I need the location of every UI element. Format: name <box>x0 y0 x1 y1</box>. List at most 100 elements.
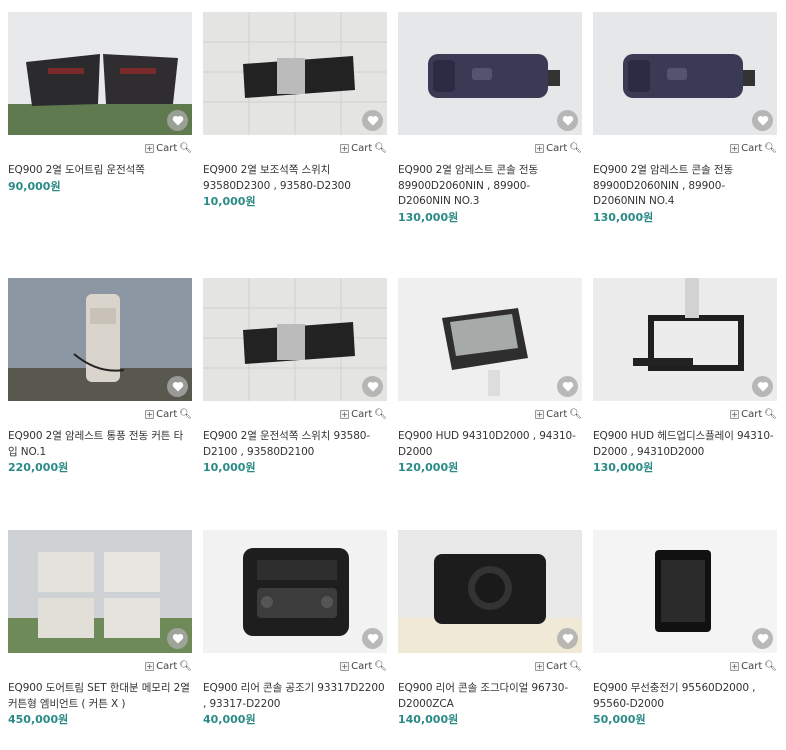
product-price: 450,000원 <box>8 713 69 726</box>
product-image[interactable] <box>593 278 777 401</box>
magnifier-icon[interactable]: 🔍︎ <box>764 143 777 154</box>
add-to-cart-button[interactable]: + Cart 🔍︎ <box>203 657 387 675</box>
plus-icon: + <box>730 143 740 153</box>
product-price: 10,000원 <box>203 195 256 208</box>
product-price: 50,000원 <box>593 713 646 726</box>
wishlist-heart-icon[interactable] <box>752 376 773 397</box>
magnifier-icon[interactable]: 🔍︎ <box>569 409 582 420</box>
product-title[interactable]: EQ900 2열 보조석쪽 스위치 93580D2300 , 93580-D23… <box>203 163 387 194</box>
product-image[interactable] <box>8 530 192 653</box>
product-price: 140,000원 <box>398 713 459 726</box>
product-image[interactable] <box>398 12 582 135</box>
product-title[interactable]: EQ900 무선충전기 95560D2000 , 95560-D2000 <box>593 681 777 712</box>
plus-icon: + <box>145 409 155 419</box>
cart-label: Cart <box>546 408 568 420</box>
product-image[interactable] <box>398 530 582 653</box>
wishlist-heart-icon[interactable] <box>557 376 578 397</box>
product-card[interactable]: + Cart 🔍︎ EQ900 2열 암레스트 콘솔 전동 89900D2060… <box>398 12 582 225</box>
cart-label: Cart <box>741 660 763 672</box>
add-to-cart-button[interactable]: + Cart 🔍︎ <box>8 139 192 157</box>
wishlist-heart-icon[interactable] <box>557 628 578 649</box>
magnifier-icon[interactable]: 🔍︎ <box>179 661 192 672</box>
product-price: 130,000원 <box>593 210 654 224</box>
plus-icon: + <box>730 409 740 419</box>
product-title[interactable]: EQ900 HUD 헤드업디스플레이 94310-D2000 , 94310D2… <box>593 429 777 460</box>
product-image[interactable] <box>8 12 192 135</box>
cart-label: Cart <box>156 660 178 672</box>
magnifier-icon[interactable]: 🔍︎ <box>374 661 387 672</box>
product-card[interactable]: + Cart 🔍︎ EQ900 2열 암레스트 콘솔 전동 89900D2060… <box>593 12 777 225</box>
product-card[interactable]: + Cart 🔍︎ EQ900 무선충전기 95560D2000 , 95560… <box>593 530 777 727</box>
product-title[interactable]: EQ900 2열 도어트림 운전석쪽 <box>8 163 192 179</box>
product-image[interactable] <box>593 530 777 653</box>
wishlist-heart-icon[interactable] <box>362 110 383 131</box>
magnifier-icon[interactable]: 🔍︎ <box>569 661 582 672</box>
product-image[interactable] <box>203 12 387 135</box>
product-title[interactable]: EQ900 리어 콘솔 조그다이얼 96730-D2000ZCA <box>398 681 582 712</box>
plus-icon: + <box>340 409 350 419</box>
product-title[interactable]: EQ900 2열 암레스트 콘솔 전동 89900D2060NIN , 8990… <box>398 163 582 210</box>
magnifier-icon[interactable]: 🔍︎ <box>569 143 582 154</box>
wishlist-heart-icon[interactable] <box>167 628 188 649</box>
magnifier-icon[interactable]: 🔍︎ <box>374 143 387 154</box>
product-price: 220,000원 <box>8 461 69 474</box>
add-to-cart-button[interactable]: + Cart 🔍︎ <box>398 405 582 423</box>
product-title[interactable]: EQ900 리어 콘솔 공조기 93317D2200 , 93317-D2200 <box>203 681 387 712</box>
wishlist-heart-icon[interactable] <box>752 110 773 131</box>
add-to-cart-button[interactable]: + Cart 🔍︎ <box>398 139 582 157</box>
plus-icon: + <box>535 143 545 153</box>
product-title[interactable]: EQ900 2열 암레스트 통풍 전동 커튼 타입 NO.1 <box>8 429 192 460</box>
product-image[interactable] <box>203 530 387 653</box>
product-title[interactable]: EQ900 2열 암레스트 콘솔 전동 89900D2060NIN , 8990… <box>593 163 777 210</box>
add-to-cart-button[interactable]: + Cart 🔍︎ <box>593 405 777 423</box>
product-card[interactable]: + Cart 🔍︎ EQ900 2열 보조석쪽 스위치 93580D2300 ,… <box>203 12 387 209</box>
magnifier-icon[interactable]: 🔍︎ <box>764 409 777 420</box>
product-card[interactable]: + Cart 🔍︎ EQ900 리어 콘솔 조그다이얼 96730-D2000Z… <box>398 530 582 727</box>
magnifier-icon[interactable]: 🔍︎ <box>179 409 192 420</box>
product-title[interactable]: EQ900 2열 운전석쪽 스위치 93580-D2100 , 93580D21… <box>203 429 387 460</box>
magnifier-icon[interactable]: 🔍︎ <box>374 409 387 420</box>
wishlist-heart-icon[interactable] <box>362 628 383 649</box>
plus-icon: + <box>535 661 545 671</box>
product-card[interactable]: + Cart 🔍︎ EQ900 HUD 헤드업디스플레이 94310-D2000… <box>593 278 777 475</box>
product-card[interactable]: + Cart 🔍︎ EQ900 리어 콘솔 공조기 93317D2200 , 9… <box>203 530 387 727</box>
product-price: 90,000원 <box>8 179 61 193</box>
add-to-cart-button[interactable]: + Cart 🔍︎ <box>8 657 192 675</box>
cart-label: Cart <box>546 660 568 672</box>
product-image[interactable] <box>203 278 387 401</box>
product-card[interactable]: + Cart 🔍︎ EQ900 HUD 94310D2000 , 94310-D… <box>398 278 582 475</box>
wishlist-heart-icon[interactable] <box>557 110 578 131</box>
product-card[interactable]: + Cart 🔍︎ EQ900 도어트림 SET 한대분 메모리 2열커튼형 엠… <box>8 530 192 727</box>
cart-label: Cart <box>351 408 373 420</box>
plus-icon: + <box>340 143 350 153</box>
product-grid: + Cart 🔍︎ EQ900 2열 도어트림 운전석쪽 90,000원 + C… <box>0 0 786 750</box>
wishlist-heart-icon[interactable] <box>752 628 773 649</box>
add-to-cart-button[interactable]: + Cart 🔍︎ <box>593 139 777 157</box>
add-to-cart-button[interactable]: + Cart 🔍︎ <box>203 405 387 423</box>
add-to-cart-button[interactable]: + Cart 🔍︎ <box>8 405 192 423</box>
product-card[interactable]: + Cart 🔍︎ EQ900 2열 운전석쪽 스위치 93580-D2100 … <box>203 278 387 475</box>
magnifier-icon[interactable]: 🔍︎ <box>179 143 192 154</box>
product-image[interactable] <box>8 278 192 401</box>
product-image[interactable] <box>593 12 777 135</box>
product-card[interactable]: + Cart 🔍︎ EQ900 2열 도어트림 운전석쪽 90,000원 <box>8 12 192 194</box>
plus-icon: + <box>730 661 740 671</box>
wishlist-heart-icon[interactable] <box>167 110 188 131</box>
cart-label: Cart <box>351 142 373 154</box>
product-title[interactable]: EQ900 HUD 94310D2000 , 94310-D2000 <box>398 429 582 460</box>
cart-label: Cart <box>156 142 178 154</box>
add-to-cart-button[interactable]: + Cart 🔍︎ <box>203 139 387 157</box>
plus-icon: + <box>340 661 350 671</box>
product-image[interactable] <box>398 278 582 401</box>
product-price: 130,000원 <box>398 210 459 224</box>
wishlist-heart-icon[interactable] <box>362 376 383 397</box>
product-title[interactable]: EQ900 도어트림 SET 한대분 메모리 2열커튼형 엠비언트 ( 커튼 X… <box>8 681 192 712</box>
cart-label: Cart <box>546 142 568 154</box>
add-to-cart-button[interactable]: + Cart 🔍︎ <box>398 657 582 675</box>
wishlist-heart-icon[interactable] <box>167 376 188 397</box>
add-to-cart-button[interactable]: + Cart 🔍︎ <box>593 657 777 675</box>
magnifier-icon[interactable]: 🔍︎ <box>764 661 777 672</box>
cart-label: Cart <box>741 142 763 154</box>
plus-icon: + <box>535 409 545 419</box>
product-card[interactable]: + Cart 🔍︎ EQ900 2열 암레스트 통풍 전동 커튼 타입 NO.1… <box>8 278 192 475</box>
